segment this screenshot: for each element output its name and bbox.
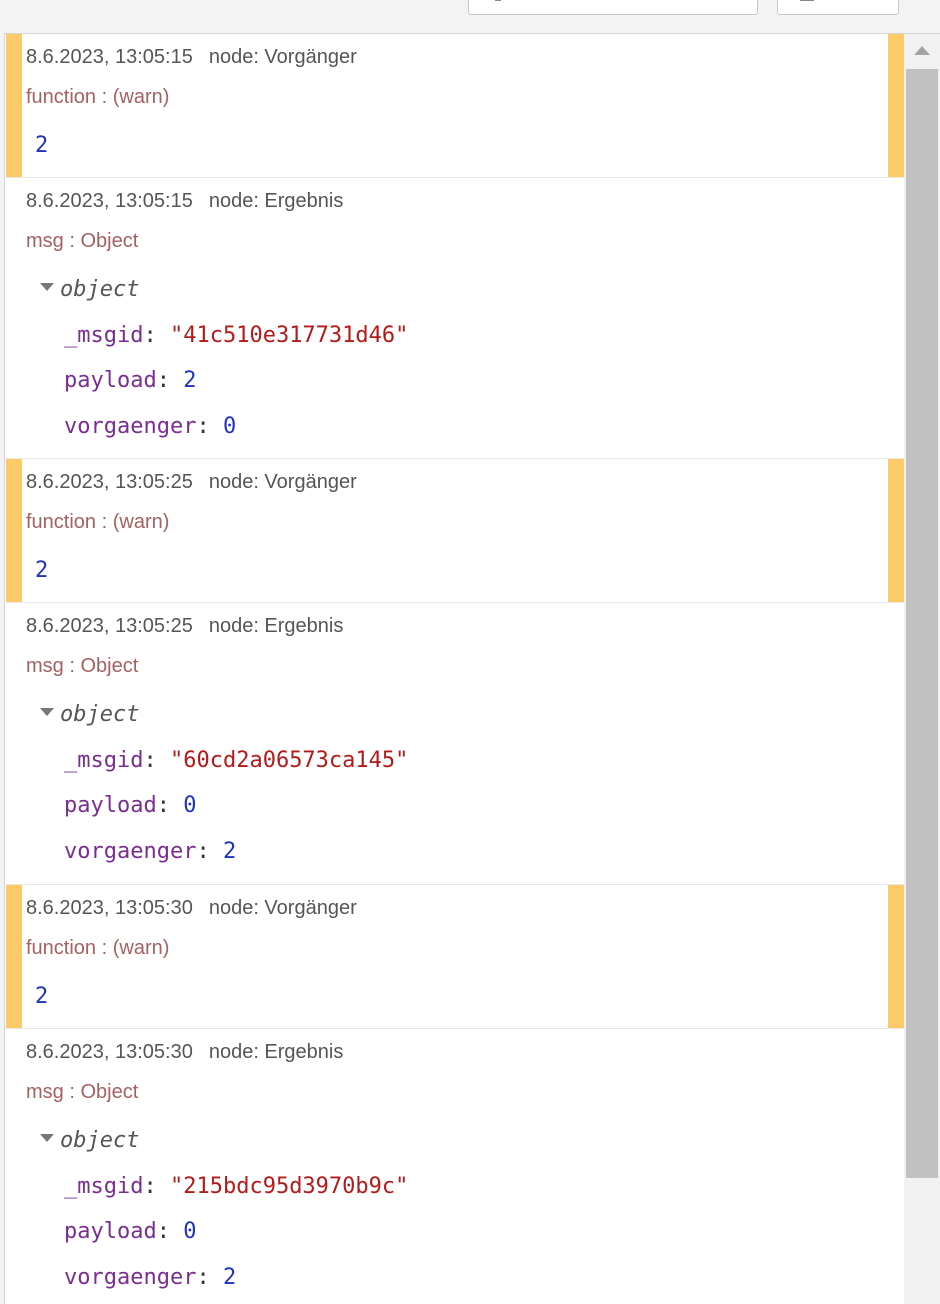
object-type-label: object	[60, 1128, 140, 1153]
sidebar-edge	[0, 33, 5, 1304]
debug-message-list[interactable]: 8.6.2023, 13:05:15 node: Vorgänger functi…	[6, 34, 904, 1304]
property-value: 2	[222, 839, 237, 864]
object-toggle[interactable]: object	[40, 277, 139, 302]
debug-message-warn: 8.6.2023, 13:05:15 node: Vorgänger functi…	[6, 34, 904, 178]
message-meta: 8.6.2023, 13:05:25 node: Vorgänger	[26, 471, 357, 494]
property-msgid[interactable]: _msgid: "60cd2a06573ca145"	[64, 748, 408, 773]
scroll-up-arrow-icon[interactable]	[914, 46, 930, 55]
property-value: 0	[222, 414, 237, 439]
filter-button[interactable]	[468, 0, 758, 15]
debug-message-warn: 8.6.2023, 13:05:25 node: Vorgänger functi…	[6, 459, 904, 603]
message-value[interactable]: 2	[35, 133, 48, 158]
message-node-link[interactable]: node: Vorgänger	[209, 897, 357, 919]
property-vorgaenger[interactable]: vorgaenger: 2	[64, 839, 236, 864]
vertical-scrollbar[interactable]	[904, 34, 940, 1304]
property-key: _msgid	[64, 1174, 144, 1199]
debug-toolbar	[0, 0, 940, 34]
object-toggle[interactable]: object	[40, 702, 139, 727]
message-topic: msg : Object	[26, 1081, 139, 1103]
property-value: 0	[183, 1219, 197, 1244]
message-node-link[interactable]: node: Ergebnis	[209, 190, 344, 212]
debug-message: 8.6.2023, 13:05:30 node: Ergebnis msg : O…	[6, 1029, 904, 1304]
message-timestamp: 8.6.2023, 13:05:30	[26, 1041, 193, 1063]
message-meta: 8.6.2023, 13:05:30 node: Vorgänger	[26, 897, 357, 920]
property-key: payload	[64, 1219, 157, 1244]
message-node-link[interactable]: node: Vorgänger	[209, 46, 357, 68]
object-type-label: object	[60, 702, 140, 727]
property-key: vorgaenger	[64, 1265, 197, 1290]
message-node-link[interactable]: node: Vorgänger	[209, 471, 357, 493]
message-topic: function : (warn)	[26, 86, 170, 108]
trash-icon	[800, 0, 814, 1]
debug-message: 8.6.2023, 13:05:15 node: Ergebnis msg : O…	[6, 178, 904, 459]
message-value[interactable]: 2	[35, 984, 48, 1009]
property-value: "215bdc95d3970b9c"	[169, 1174, 409, 1199]
clear-button[interactable]	[777, 0, 899, 15]
property-msgid[interactable]: _msgid: "215bdc95d3970b9c"	[64, 1174, 408, 1199]
property-key: _msgid	[64, 323, 144, 348]
property-value: "41c510e317731d46"	[169, 323, 409, 348]
message-timestamp: 8.6.2023, 13:05:15	[26, 190, 193, 212]
message-timestamp: 8.6.2023, 13:05:15	[26, 46, 193, 68]
property-msgid[interactable]: _msgid: "41c510e317731d46"	[64, 323, 408, 348]
message-meta: 8.6.2023, 13:05:15 node: Vorgänger	[26, 46, 357, 69]
caret-down-icon	[40, 1134, 54, 1142]
property-payload[interactable]: payload: 0	[64, 1219, 196, 1244]
message-node-link[interactable]: node: Ergebnis	[209, 615, 344, 637]
message-topic: msg : Object	[26, 655, 139, 677]
object-toggle[interactable]: object	[40, 1128, 139, 1153]
property-payload[interactable]: payload: 2	[64, 368, 196, 393]
filter-icon	[495, 0, 501, 1]
property-key: payload	[64, 368, 157, 393]
property-value: 2	[222, 1265, 237, 1290]
property-payload[interactable]: payload: 0	[64, 793, 196, 818]
message-timestamp: 8.6.2023, 13:05:30	[26, 897, 193, 919]
message-timestamp: 8.6.2023, 13:05:25	[26, 471, 193, 493]
message-topic: function : (warn)	[26, 511, 170, 533]
property-key: _msgid	[64, 748, 144, 773]
message-node-link[interactable]: node: Ergebnis	[209, 1041, 344, 1063]
property-key: vorgaenger	[64, 414, 197, 439]
property-key: payload	[64, 793, 157, 818]
debug-message-warn: 8.6.2023, 13:05:30 node: Vorgänger functi…	[6, 885, 904, 1029]
message-meta: 8.6.2023, 13:05:30 node: Ergebnis	[26, 1041, 343, 1064]
property-vorgaenger[interactable]: vorgaenger: 2	[64, 1265, 236, 1290]
property-value: 0	[183, 793, 197, 818]
object-type-label: object	[60, 277, 140, 302]
debug-message: 8.6.2023, 13:05:25 node: Ergebnis msg : O…	[6, 603, 904, 885]
property-value: 2	[183, 368, 197, 393]
property-key: vorgaenger	[64, 839, 197, 864]
message-meta: 8.6.2023, 13:05:25 node: Ergebnis	[26, 615, 343, 638]
message-timestamp: 8.6.2023, 13:05:25	[26, 615, 193, 637]
property-value: "60cd2a06573ca145"	[169, 748, 409, 773]
message-meta: 8.6.2023, 13:05:15 node: Ergebnis	[26, 190, 343, 213]
scrollbar-thumb[interactable]	[906, 69, 938, 1178]
caret-down-icon	[40, 708, 54, 716]
caret-down-icon	[40, 283, 54, 291]
message-topic: function : (warn)	[26, 937, 170, 959]
property-vorgaenger[interactable]: vorgaenger: 0	[64, 414, 236, 439]
message-topic: msg : Object	[26, 230, 139, 252]
message-value[interactable]: 2	[35, 558, 48, 583]
